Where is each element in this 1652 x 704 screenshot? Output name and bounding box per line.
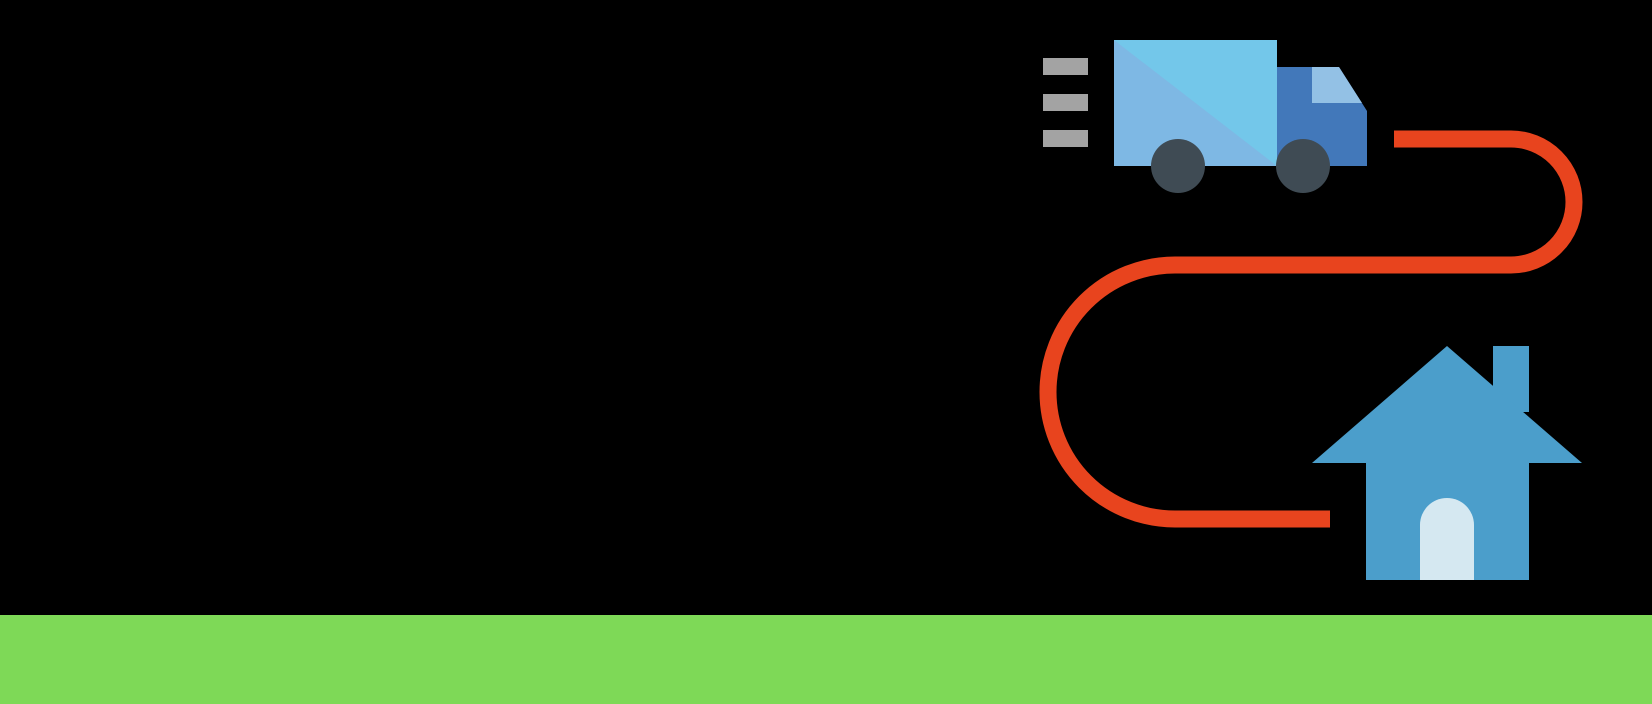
- delivery-truck-icon: [1114, 40, 1367, 193]
- speed-lines-icon: [1043, 58, 1088, 147]
- ground-strip: [0, 615, 1652, 704]
- house-icon: [1312, 346, 1582, 580]
- delivery-banner: [0, 0, 1652, 704]
- delivery-illustration: [1039, 40, 1583, 580]
